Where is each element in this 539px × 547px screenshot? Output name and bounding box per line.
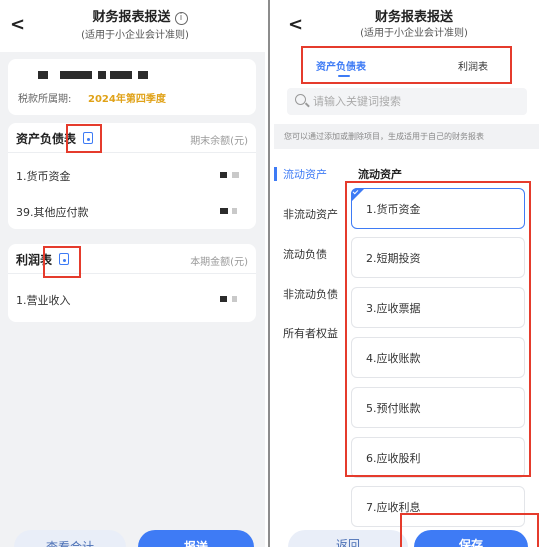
hint-band: 您可以通过添加或删除项目，生成适用于自己的财务报表: [274, 124, 539, 149]
screen-divider: [265, 0, 274, 547]
page-title: 财务报表报送: [374, 10, 453, 25]
left-bottom-bar: 查看合计 报送: [0, 516, 265, 547]
category-equity[interactable]: 所有者权益: [283, 325, 338, 341]
redacted-amount: [220, 172, 242, 178]
balance-sheet-card: 资产负债表 期末余额(元) 1.货币资金 39.其他应付款: [8, 123, 256, 229]
left-screen: < 财务报表报送 i (适用于小企业会计准则) 税款所属期: 2024年第四季度 …: [0, 0, 265, 547]
active-category-indicator: [274, 167, 277, 181]
search-bar[interactable]: [287, 88, 527, 115]
redacted-taxpayer-name: [22, 71, 162, 80]
category-noncurrent-assets[interactable]: 非流动资产: [283, 206, 338, 222]
highlight-box: [400, 513, 539, 547]
page-title: 财务报表报送 i: [70, 6, 210, 25]
highlight-box: [301, 46, 512, 84]
info-icon[interactable]: i: [174, 12, 188, 25]
highlight-box: [345, 181, 531, 477]
chevron-left-icon[interactable]: <: [10, 14, 25, 35]
category-noncurrent-liabilities[interactable]: 非流动负债: [283, 286, 338, 302]
balance-sheet-header[interactable]: 资产负债表 期末余额(元): [8, 123, 256, 153]
highlight-box: [43, 246, 81, 278]
back-button[interactable]: 返回: [288, 530, 408, 547]
page-subtitle: (适用于小企业会计准则): [360, 28, 468, 39]
highlight-box: [66, 124, 102, 153]
hint-text: 您可以通过添加或删除项目，生成适用于自己的财务报表: [284, 132, 484, 141]
redacted-amount: [220, 208, 242, 214]
left-header: < 财务报表报送 i (适用于小企业会计准则): [0, 0, 265, 52]
search-icon: [295, 94, 306, 105]
category-current-assets[interactable]: 流动资产: [283, 166, 327, 182]
view-total-button[interactable]: 查看合计: [14, 530, 126, 547]
right-screen: < 财务报表报送 (适用于小企业会计准则) 资产负债表 利润表 您可以通过添加或…: [274, 0, 539, 547]
chevron-left-icon[interactable]: <: [288, 14, 303, 35]
tax-period-value: 2024年第四季度: [88, 94, 166, 105]
search-input[interactable]: [313, 92, 513, 111]
section-title: 流动资产: [358, 168, 402, 181]
taxpayer-card: 税款所属期: 2024年第四季度: [8, 59, 256, 115]
income-column-label: 本期金额(元): [190, 257, 248, 268]
balance-column-label: 期末余额(元): [190, 136, 248, 147]
redacted-amount: [220, 296, 242, 302]
balance-row-other-payables[interactable]: 39.其他应付款: [8, 193, 256, 229]
balance-row-cash[interactable]: 1.货币资金: [8, 157, 256, 193]
tax-period-label: 税款所属期:: [18, 94, 72, 105]
submit-button[interactable]: 报送: [138, 530, 254, 547]
category-current-liabilities[interactable]: 流动负债: [283, 246, 327, 262]
page-subtitle: (适用于小企业会计准则): [81, 30, 189, 41]
income-row-revenue[interactable]: 1.营业收入: [8, 281, 256, 317]
